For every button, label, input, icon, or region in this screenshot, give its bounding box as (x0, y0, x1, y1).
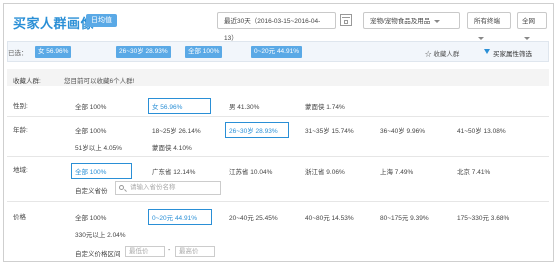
region-option-beijing[interactable]: 北京 7.41% (457, 166, 490, 176)
network-value: 全网 (522, 18, 535, 25)
price-option-20-40[interactable]: 20~40元 25.45% (229, 212, 278, 222)
price-label: 价格 (13, 214, 26, 221)
gender-option-all[interactable]: 全部 100% (75, 101, 106, 111)
favorite-crowd-button[interactable]: ☆ 收藏人群 (425, 48, 459, 58)
region-option-zhejiang[interactable]: 浙江省 9.06% (305, 166, 345, 176)
filter-icon (484, 49, 490, 54)
age-option-36-40[interactable]: 36~40岁 9.96% (380, 125, 425, 135)
selected-chip-gender[interactable]: 女 56.96% (35, 46, 72, 58)
divider (7, 156, 549, 157)
bookmark-hint: 您目前可以收藏6个人群! (64, 78, 135, 85)
gender-option-masked[interactable]: 蒙面侠 1.74% (305, 101, 345, 111)
gender-label: 性别: (13, 103, 28, 110)
selected-label: 已选： (8, 50, 28, 57)
region-option-guangdong[interactable]: 广东省 12.14% (152, 166, 195, 176)
chevron-down-icon (524, 36, 530, 40)
region-option-shanghai[interactable]: 上海 7.49% (380, 166, 413, 176)
age-option-18-25[interactable]: 18~25岁 26.14% (152, 125, 201, 135)
terminal-value: 所有终端 (474, 18, 500, 25)
region-option-jiangsu[interactable]: 江苏省 10.04% (229, 166, 272, 176)
age-option-all[interactable]: 全部 100% (75, 125, 106, 135)
price-option-330-plus[interactable]: 330元以上 2.04% (75, 229, 126, 239)
selected-chip-price[interactable]: 0~20元 44.91% (251, 46, 302, 58)
age-option-41-50[interactable]: 41~50岁 13.08% (457, 125, 506, 135)
province-search-placeholder: 请输入省份名称 (130, 184, 176, 191)
gender-option-male[interactable]: 男 41.30% (229, 101, 259, 111)
custom-province-label: 自定义省份 (75, 188, 108, 195)
category-select[interactable]: 宠物/宠物食品及用品 (363, 12, 460, 29)
calendar-icon[interactable] (340, 14, 352, 26)
divider (7, 201, 549, 202)
buyer-attribute-filter-link[interactable]: 买家属性筛选 (493, 48, 532, 58)
bookmark-label: 收藏人群: (13, 78, 41, 85)
age-option-26-30[interactable]: 26~30岁 28.93% (225, 122, 289, 138)
age-label: 年龄: (13, 127, 28, 134)
page-title: 买家人群画像 (13, 16, 95, 31)
favorite-crowd-label: 收藏人群 (433, 51, 460, 58)
daily-average-tag: 日均值 (86, 14, 117, 27)
price-option-0-20[interactable]: 0~20元 44.91% (148, 209, 212, 225)
price-option-all[interactable]: 全部 100% (75, 212, 106, 222)
age-option-51-plus[interactable]: 51岁以上 4.05% (75, 142, 122, 152)
min-price-input[interactable]: 最低价 (125, 246, 165, 257)
date-range-select[interactable]: 最近30天（2016-03-15~2016-04-13） (217, 12, 336, 42)
selected-chip-age[interactable]: 26~30岁 28.93% (116, 46, 171, 58)
province-search-input[interactable]: 请输入省份名称 (115, 181, 221, 195)
gender-option-female[interactable]: 女 56.96% (148, 98, 211, 114)
age-option-masked[interactable]: 蒙面侠 4.10% (152, 142, 192, 152)
price-range-dash: - (168, 247, 171, 254)
chevron-down-icon (434, 19, 441, 23)
category-value: 宠物/宠物食品及用品 (370, 18, 431, 25)
max-price-input[interactable]: 最高价 (175, 246, 215, 257)
network-select[interactable]: 全网 (517, 12, 547, 40)
custom-price-label: 自定义价格区间 (75, 251, 121, 258)
search-icon (119, 185, 124, 190)
star-icon: ☆ (425, 51, 432, 58)
terminal-select[interactable]: 所有终端 (467, 12, 511, 40)
region-label: 地域: (13, 167, 28, 174)
chevron-down-icon (478, 36, 484, 40)
divider (7, 116, 549, 117)
region-option-all[interactable]: 全部 100% (71, 163, 132, 179)
price-option-40-80[interactable]: 40~80元 14.53% (305, 212, 354, 222)
price-option-80-175[interactable]: 80~175元 9.39% (380, 212, 429, 222)
age-option-31-35[interactable]: 31~35岁 15.74% (305, 125, 354, 135)
price-option-175-330[interactable]: 175~330元 3.68% (457, 212, 509, 222)
selected-chip-region[interactable]: 全部 100% (185, 46, 223, 58)
